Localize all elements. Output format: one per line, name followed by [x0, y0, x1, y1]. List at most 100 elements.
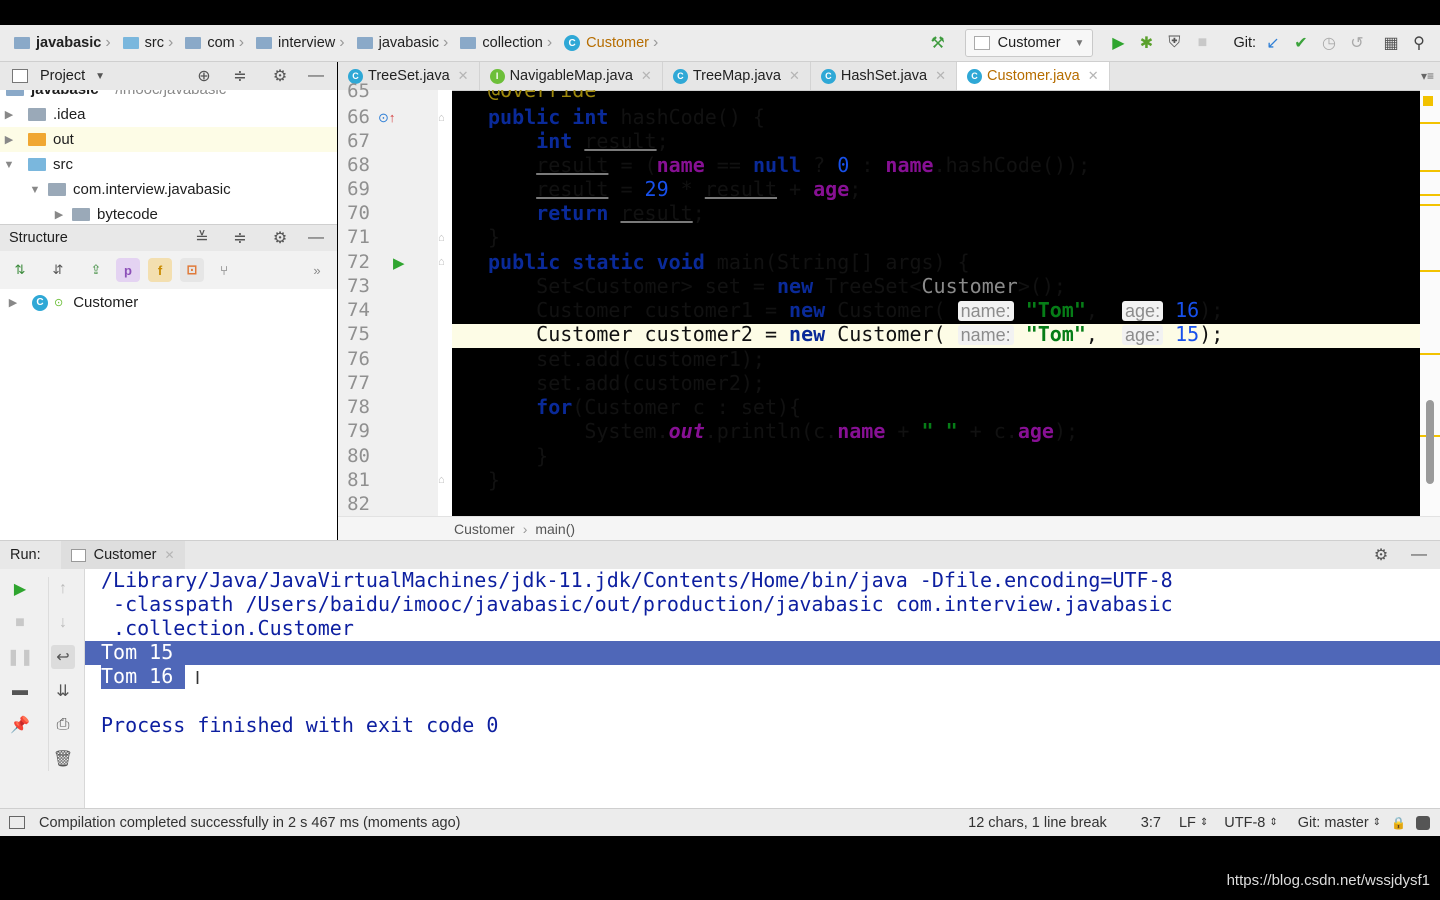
scroll-thumb[interactable] — [1426, 400, 1434, 484]
chevron-down-icon[interactable]: ▼ — [95, 71, 105, 82]
run-configuration-select[interactable]: Customer ▼ — [964, 29, 1094, 57]
run-gutter-icon[interactable]: ▶ — [393, 254, 405, 272]
status-position[interactable]: 3:7 — [1141, 815, 1161, 831]
stop-icon[interactable]: ■ — [1191, 32, 1213, 54]
debug-icon[interactable]: ✱ — [1135, 32, 1157, 54]
rerun-icon[interactable]: ▶ — [8, 577, 32, 601]
close-icon[interactable]: ✕ — [1088, 68, 1099, 84]
minimize-icon[interactable]: — — [305, 65, 327, 87]
breadcrumb-com[interactable]: com › — [181, 25, 252, 61]
revert-icon[interactable]: ↺ — [1346, 32, 1368, 54]
pause-icon[interactable]: ❚❚ — [7, 645, 34, 669]
editor-scrollbar[interactable] — [1420, 90, 1440, 516]
tree-item-bytecode[interactable]: ▶ bytecode — [0, 202, 337, 224]
collapse-icon[interactable]: ≑ — [229, 65, 251, 87]
tab-list-icon[interactable]: ▾≡ — [1421, 69, 1434, 83]
sort-visibility-icon[interactable]: ⇵ — [46, 258, 70, 282]
coverage-icon[interactable]: ⛨ — [1163, 32, 1185, 54]
breadcrumb-javabasic[interactable]: javabasic › — [353, 25, 457, 61]
minimize-icon[interactable]: — — [1408, 544, 1430, 566]
close-icon[interactable]: ✕ — [935, 68, 946, 84]
stop-icon[interactable]: ■ — [8, 611, 32, 635]
class-icon: C — [32, 294, 48, 311]
git-update-icon[interactable]: ↙ — [1262, 32, 1284, 54]
tab-customer[interactable]: C Customer.java ✕ — [957, 62, 1110, 90]
tree-item-idea[interactable]: ▶ .idea — [0, 102, 337, 127]
status-encoding[interactable]: UTF-8 — [1224, 815, 1265, 831]
layout-icon[interactable]: ▬ — [8, 679, 32, 703]
breadcrumb-collection[interactable]: collection › — [456, 25, 560, 61]
status-git-branch[interactable]: Git: master — [1298, 815, 1369, 831]
tree-item-out[interactable]: ▶ out — [0, 127, 337, 152]
chevron-right-icon[interactable]: ▶ — [4, 296, 22, 309]
run-icon[interactable]: ▶ — [1107, 32, 1129, 54]
minimize-icon[interactable]: — — [305, 227, 327, 249]
pin-icon[interactable]: 📌 — [8, 713, 32, 737]
expand-all-icon[interactable]: ≚ — [191, 227, 213, 249]
chevron-right-icon[interactable]: ▶ — [0, 133, 18, 146]
project-structure-icon[interactable]: ▦ — [1380, 32, 1402, 54]
fold-icon[interactable]: ⌂ — [438, 112, 445, 124]
soft-wrap-icon[interactable]: ↩ — [51, 645, 75, 669]
git-commit-icon[interactable]: ✔ — [1290, 32, 1312, 54]
tab-treemap[interactable]: C TreeMap.java ✕ — [663, 62, 811, 90]
tree-item-src[interactable]: ▼ src — [0, 152, 337, 177]
show-anonymous-icon[interactable]: ⑂ — [212, 258, 236, 282]
history-icon[interactable]: ◷ — [1318, 32, 1340, 54]
gear-icon[interactable]: ⚙ — [1370, 544, 1392, 566]
code-editor[interactable]: @Override public int hashCode() { int re… — [452, 90, 1420, 516]
tool-windows-icon[interactable] — [9, 816, 25, 829]
breadcrumb-project[interactable]: javabasic › — [0, 25, 119, 61]
chevron-right-icon[interactable]: ▶ — [50, 208, 68, 221]
fold-icon[interactable]: ⌂ — [438, 256, 445, 268]
show-non-public-icon[interactable]: ⊡ — [180, 258, 204, 282]
breadcrumb-interview[interactable]: interview › — [252, 25, 353, 61]
project-panel-title[interactable]: Project — [40, 68, 85, 84]
tab-hashset[interactable]: C HashSet.java ✕ — [811, 62, 957, 90]
fold-icon[interactable]: ⌂ — [438, 474, 445, 486]
sort-alpha-icon[interactable]: ⇅ — [8, 258, 32, 282]
chevron-down-icon[interactable]: ▼ — [0, 159, 18, 171]
run-tab-customer[interactable]: Customer ✕ — [60, 541, 185, 569]
tree-item-package[interactable]: ▼ com.interview.javabasic — [0, 177, 337, 202]
tab-navigablemap[interactable]: I NavigableMap.java ✕ — [480, 62, 663, 90]
chevron-right-icon: › — [546, 34, 553, 51]
collapse-icon[interactable]: ≑ — [229, 227, 251, 249]
close-icon[interactable]: ✕ — [458, 68, 469, 84]
gear-icon[interactable]: ⚙ — [269, 227, 291, 249]
line-number-gutter: 65 66 67 68 69 70 71 72 73 74 75 76 77 7… — [338, 80, 438, 516]
close-icon[interactable]: ✕ — [641, 68, 652, 84]
inspector-icon[interactable] — [1416, 815, 1430, 830]
folder-icon — [28, 133, 46, 146]
arrow-up-icon[interactable]: ↑ — [51, 577, 75, 601]
breadcrumb-label: Customer — [586, 35, 650, 51]
structure-item-customer[interactable]: ▶ C ⊙ Customer — [0, 290, 337, 315]
more-icon[interactable]: » — [305, 258, 329, 282]
breadcrumb-customer[interactable]: C Customer › — [560, 25, 666, 61]
gear-icon[interactable]: ⚙ — [269, 65, 291, 87]
print-icon[interactable]: ⎙ — [51, 713, 75, 737]
search-icon[interactable]: ⚲ — [1408, 32, 1430, 54]
breadcrumb-src[interactable]: src › — [119, 25, 182, 61]
close-icon[interactable]: ✕ — [789, 68, 800, 84]
chevron-down-icon[interactable]: ▼ — [26, 184, 44, 196]
override-marker-icon[interactable]: ⊙↑ — [378, 110, 395, 126]
scroll-to-end-icon[interactable]: ⇊ — [51, 679, 75, 703]
arrow-down-icon[interactable]: ↓ — [51, 611, 75, 635]
trash-icon[interactable]: 🗑 — [51, 747, 75, 771]
show-properties-icon[interactable]: p — [116, 258, 140, 282]
code-line-69: result = 29 * result + age; — [536, 177, 862, 201]
lock-icon[interactable]: 🔒 — [1391, 816, 1406, 830]
package-icon — [356, 37, 373, 49]
tree-root[interactable]: javabasic ~/imooc/javabasic — [0, 90, 337, 102]
status-line-separator[interactable]: LF — [1179, 815, 1196, 831]
build-hammer-icon[interactable]: ⚒ — [927, 32, 949, 54]
show-inherited-icon[interactable]: ⇪ — [84, 258, 108, 282]
show-fields-icon[interactable]: f — [148, 258, 172, 282]
breadcrumb-class[interactable]: Customer — [454, 521, 515, 537]
chevron-right-icon[interactable]: ▶ — [0, 108, 18, 121]
locate-icon[interactable]: ⊕ — [193, 65, 215, 87]
breadcrumb-method[interactable]: main() — [535, 521, 575, 537]
close-icon[interactable]: ✕ — [165, 548, 175, 562]
fold-icon[interactable]: ⌂ — [438, 232, 445, 244]
